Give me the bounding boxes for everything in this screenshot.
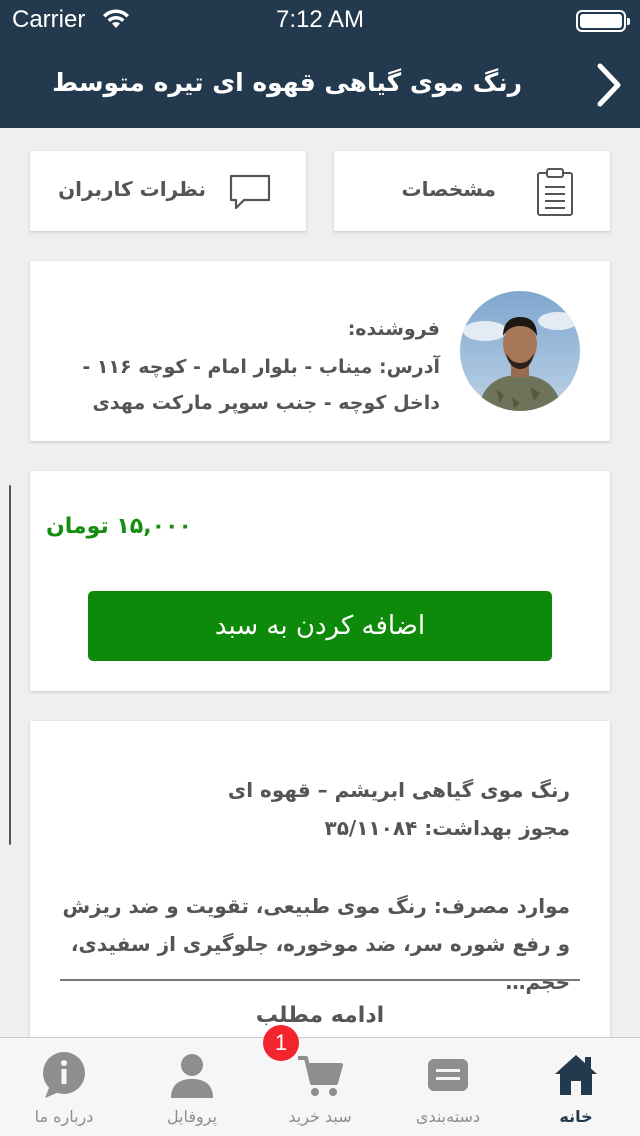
seller-label: فروشنده: — [347, 318, 440, 340]
seller-address: آدرس: میناب - بلوار امام - کوچه ۱۱۶ - دا… — [82, 356, 440, 414]
clipboard-icon — [537, 168, 573, 216]
seller-info: فروشنده: آدرس: میناب - بلوار امام - کوچه… — [60, 311, 440, 421]
home-icon — [555, 1055, 597, 1095]
comment-icon — [229, 174, 271, 210]
battery-icon — [576, 10, 630, 32]
tab-categories[interactable]: دسته‌بندی — [384, 1038, 512, 1136]
info-icon — [43, 1052, 85, 1098]
user-icon — [171, 1054, 213, 1098]
cart-icon — [298, 1056, 343, 1096]
product-description: رنگ موی گیاهی ابریشم – قهوه ای مجوز بهدا… — [60, 771, 570, 1001]
tab-categories-label: دسته‌بندی — [415, 1107, 481, 1126]
category-icon — [428, 1059, 468, 1091]
description-card: رنگ موی گیاهی ابریشم – قهوه ای مجوز بهدا… — [30, 721, 610, 1061]
page-title: رنگ موی گیاهی قهوه ای تیره متوسط — [52, 68, 522, 97]
clock: 7:12 AM — [275, 6, 365, 33]
seller-card: فروشنده: آدرس: میناب - بلوار امام - کوچه… — [30, 261, 610, 441]
cart-badge: 1 — [263, 1025, 299, 1061]
seller-photo — [460, 291, 580, 411]
description-line-3: موارد مصرف: رنگ موی طبیعی، تقویت و ضد ری… — [62, 894, 570, 994]
tab-about-label: درباره ما — [34, 1107, 94, 1126]
back-chevron-icon[interactable] — [592, 62, 624, 108]
price-card: ۱۵,۰۰۰ تومان اضافه کردن به سبد — [30, 471, 610, 691]
tab-profile-label: پروفایل — [166, 1107, 218, 1126]
tab-specifications[interactable]: مشخصات — [334, 151, 610, 231]
add-to-cart-button[interactable]: اضافه کردن به سبد — [88, 591, 552, 661]
tab-home[interactable]: خانه — [512, 1038, 640, 1136]
divider — [60, 979, 580, 981]
tab-about[interactable]: درباره ما — [0, 1038, 128, 1136]
scroll-indicator[interactable] — [9, 485, 11, 845]
description-line-2: مجوز بهداشت: ۳۵/۱۱۰۸۴ — [324, 816, 571, 840]
product-price: ۱۵,۰۰۰ تومان — [46, 514, 192, 539]
tab-user-reviews-label: نظرات کاربران — [58, 177, 206, 201]
read-more-link[interactable]: ادامه مطلب — [30, 1003, 610, 1028]
navigation-bar: رنگ موی گیاهی قهوه ای تیره متوسط — [0, 40, 640, 128]
status-bar: Carrier 7:12 AM — [0, 0, 640, 40]
seller-avatar — [460, 291, 580, 411]
bottom-tab-bar: خانه دسته‌بندی سبد خرید 1 پروفایل — [0, 1025, 640, 1136]
tab-user-reviews[interactable]: نظرات کاربران — [30, 151, 306, 231]
tab-profile[interactable]: پروفایل — [128, 1038, 256, 1136]
tab-specifications-label: مشخصات — [401, 177, 496, 201]
tab-cart-label: سبد خرید — [288, 1107, 352, 1126]
description-line-1: رنگ موی گیاهی ابریشم – قهوه ای — [227, 778, 570, 802]
tab-home-label: خانه — [559, 1107, 593, 1126]
